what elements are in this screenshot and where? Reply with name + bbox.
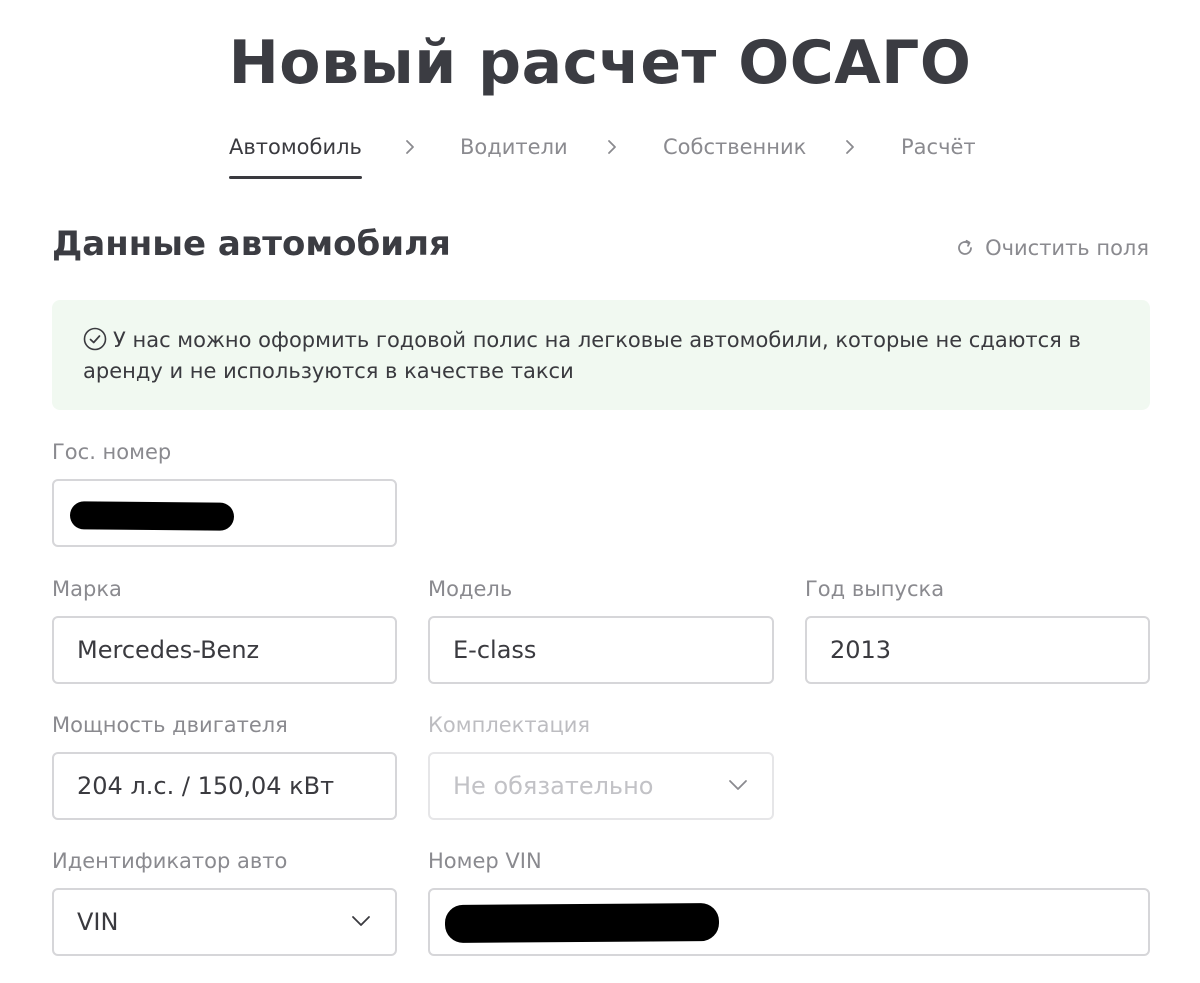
check-circle-icon xyxy=(83,327,107,351)
trim-label: Комплектация xyxy=(428,713,591,737)
power-input[interactable]: 204 л.с. / 150,04 кВт xyxy=(52,752,397,820)
year-input[interactable]: 2013 xyxy=(805,616,1150,684)
page-title: Новый расчет ОСАГО xyxy=(228,28,972,98)
chevron-down-icon xyxy=(352,916,370,926)
step-car[interactable]: Автомобиль xyxy=(229,130,362,180)
chevron-down-icon xyxy=(729,780,747,790)
chevron-right-icon xyxy=(846,140,854,154)
step-calculation[interactable]: Расчёт xyxy=(901,130,976,180)
id-type-value: VIN xyxy=(77,908,119,936)
trim-placeholder: Не обязательно xyxy=(453,772,654,800)
power-label: Мощность двигателя xyxy=(52,713,288,737)
clear-fields-button[interactable]: Очистить поля xyxy=(955,236,1149,260)
model-input[interactable]: E-class xyxy=(428,616,774,684)
year-label: Год выпуска xyxy=(805,577,945,601)
step-drivers[interactable]: Водители xyxy=(460,130,568,180)
refresh-icon xyxy=(958,239,972,255)
step-navigation: Автомобиль Водители Собственник Расчёт xyxy=(0,130,1200,180)
plate-label: Гос. номер xyxy=(52,440,172,464)
info-notice: У нас можно оформить годовой полис на ле… xyxy=(52,300,1150,410)
step-owner[interactable]: Собственник xyxy=(663,130,806,180)
model-label: Модель xyxy=(428,577,513,601)
redaction-mark xyxy=(69,501,235,531)
redaction-mark xyxy=(444,903,720,943)
brand-label: Марка xyxy=(52,577,122,601)
chevron-right-icon xyxy=(406,140,414,154)
id-type-label: Идентификатор авто xyxy=(52,849,288,873)
section-title: Данные автомобиля xyxy=(52,224,451,264)
vin-label: Номер VIN xyxy=(428,849,542,873)
notice-text: У нас можно оформить годовой полис на ле… xyxy=(83,328,1081,383)
clear-fields-label: Очистить поля xyxy=(985,236,1149,260)
id-type-select[interactable]: VIN xyxy=(52,888,397,956)
chevron-right-icon xyxy=(608,140,616,154)
trim-select[interactable]: Не обязательно xyxy=(428,752,774,820)
brand-input[interactable]: Mercedes-Benz xyxy=(52,616,397,684)
